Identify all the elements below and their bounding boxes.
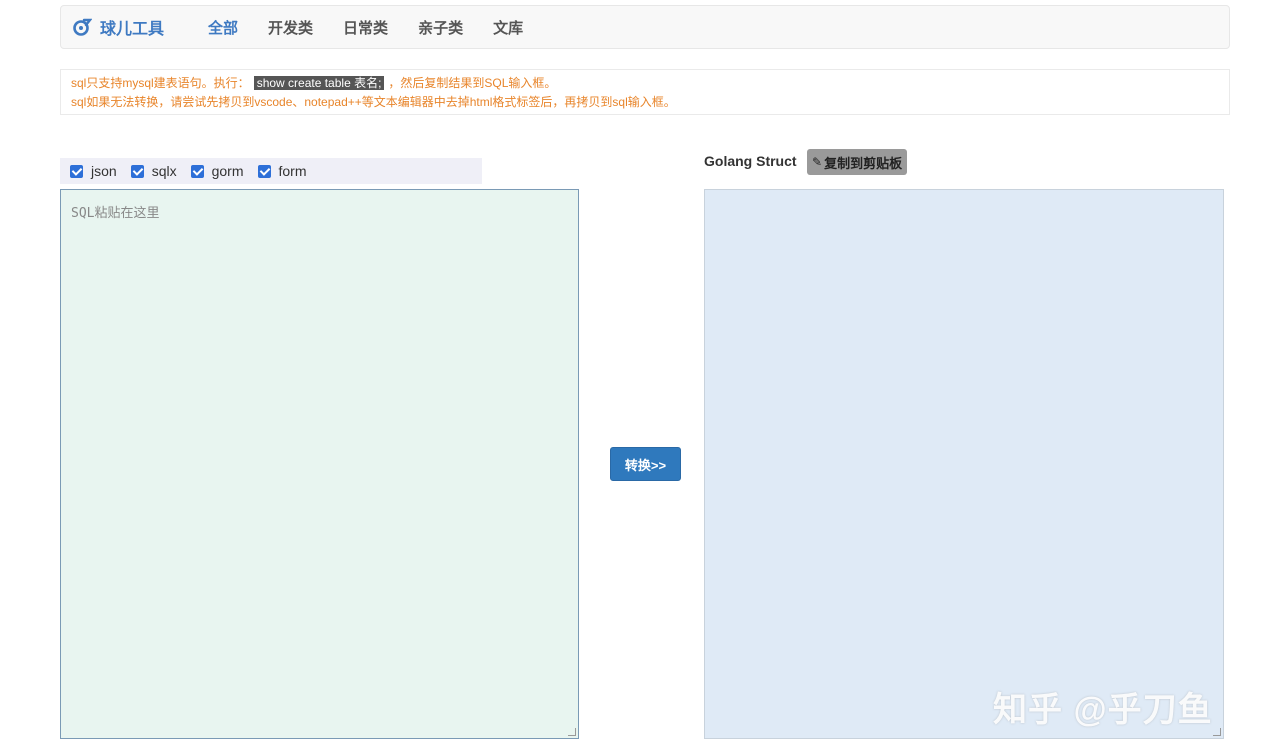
- brand[interactable]: 球儿工具: [72, 15, 164, 39]
- json-checkbox[interactable]: [70, 164, 83, 178]
- option-label: json: [91, 163, 117, 179]
- gorm-checkbox[interactable]: [190, 164, 204, 178]
- notice-line-1: sql只支持mysql建表语句。执行： show create table 表名;…: [71, 74, 1219, 93]
- option-form[interactable]: form: [257, 163, 307, 179]
- nav-link-dev[interactable]: 开发类: [268, 17, 313, 38]
- option-label: gorm: [211, 163, 244, 179]
- nav-links: 全部 开发类 日常类 亲子类 文库: [208, 17, 553, 38]
- convert-button[interactable]: 转换>>: [610, 447, 681, 481]
- top-navbar: 球儿工具 全部 开发类 日常类 亲子类 文库: [60, 5, 1230, 49]
- sql-command-code: show create table 表名;: [253, 76, 385, 90]
- nav-link-family[interactable]: 亲子类: [418, 17, 463, 38]
- brand-name: 球儿工具: [100, 21, 165, 38]
- notice-text: ，然后复制结果到SQL输入框。: [388, 76, 557, 90]
- resize-handle[interactable]: [568, 728, 576, 736]
- notice-text: sql只支持mysql建表语句。执行：: [71, 76, 250, 90]
- nav-link-all[interactable]: 全部: [208, 17, 238, 38]
- option-label: sqlx: [151, 163, 177, 179]
- clipboard-icon: ✎: [812, 155, 823, 169]
- brand-logo-icon: [73, 18, 92, 36]
- copy-button-label: 复制到剪贴板: [824, 155, 903, 171]
- sqlx-checkbox[interactable]: [130, 164, 144, 178]
- option-gorm[interactable]: gorm: [190, 163, 244, 179]
- sql-input-placeholder: SQL粘贴在这里: [71, 206, 160, 221]
- resize-handle[interactable]: [1213, 728, 1221, 736]
- output-label: Golang Struct: [704, 153, 797, 169]
- option-json[interactable]: json: [70, 163, 117, 179]
- tag-options: json sqlx gorm form: [60, 158, 482, 184]
- watermark: 知乎 @乎刀鱼: [993, 691, 1213, 729]
- notice-line-2: sql如果无法转换，请尝试先拷贝到vscode、notepad++等文本编辑器中…: [71, 95, 676, 109]
- sql-input[interactable]: SQL粘贴在这里: [60, 189, 579, 739]
- nav-link-daily[interactable]: 日常类: [343, 17, 388, 38]
- golang-struct-output[interactable]: [704, 189, 1224, 739]
- copy-to-clipboard-button[interactable]: ✎ 复制到剪贴板: [807, 149, 908, 175]
- option-sqlx[interactable]: sqlx: [130, 163, 177, 179]
- notice-box: sql只支持mysql建表语句。执行： show create table 表名;…: [60, 69, 1230, 115]
- option-label: form: [278, 163, 307, 179]
- nav-link-library[interactable]: 文库: [493, 17, 523, 38]
- form-checkbox[interactable]: [257, 164, 271, 178]
